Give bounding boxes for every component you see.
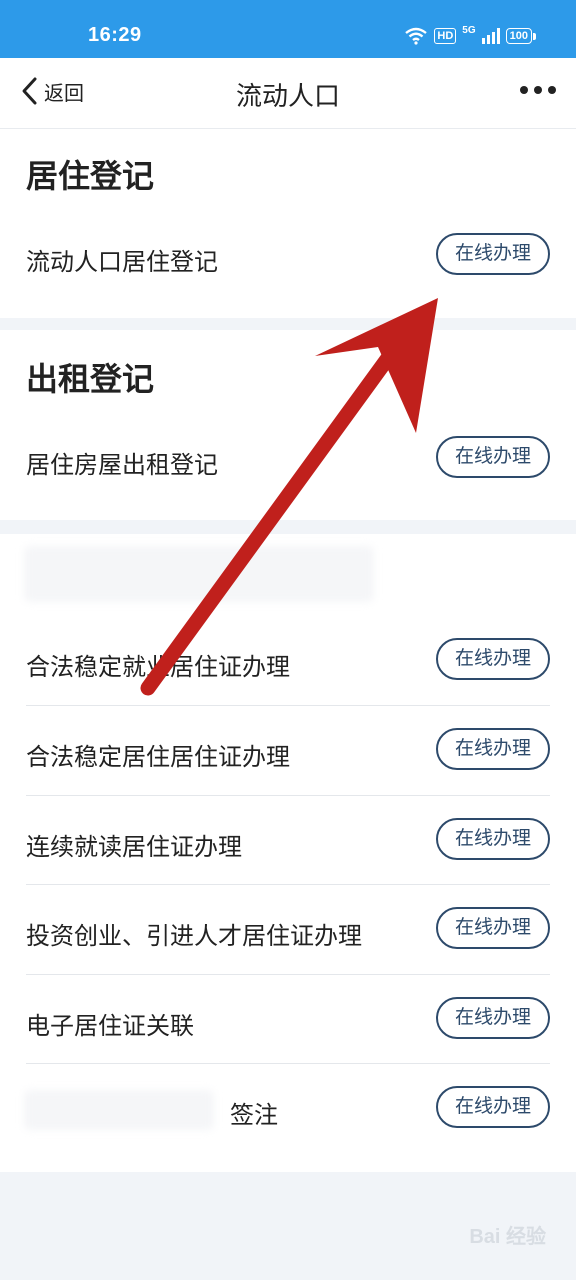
annotation-arrow	[140, 298, 438, 696]
watermark: Bai 经验	[469, 1226, 546, 1248]
